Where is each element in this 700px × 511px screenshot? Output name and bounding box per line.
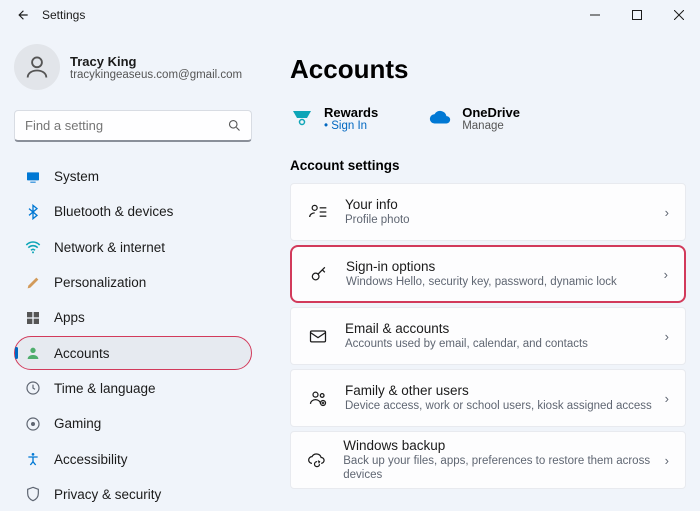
apps-icon: [25, 310, 41, 326]
chevron-right-icon: ›: [664, 267, 668, 282]
wifi-icon: [25, 239, 41, 255]
sidebar-item-label: Accounts: [54, 346, 110, 361]
search-input[interactable]: [14, 110, 252, 142]
section-heading: Account settings: [290, 158, 686, 173]
title-bar: Settings: [0, 0, 700, 30]
close-icon: [674, 10, 684, 20]
user-name: Tracy King: [70, 54, 242, 69]
card-title: Your info: [345, 197, 410, 213]
onedrive-sub[interactable]: Manage: [462, 120, 520, 132]
sidebar-item-time[interactable]: Time & language: [14, 372, 252, 405]
card-windows-backup[interactable]: Windows backupBack up your files, apps, …: [290, 431, 686, 489]
sidebar-item-label: Apps: [54, 310, 85, 325]
rewards-title: Rewards: [324, 105, 378, 120]
brush-icon: [25, 275, 41, 291]
card-sign-in-options[interactable]: Sign-in optionsWindows Hello, security k…: [290, 245, 686, 303]
window-controls: [574, 0, 700, 30]
sidebar-item-label: Privacy & security: [54, 487, 161, 502]
back-button[interactable]: [10, 2, 36, 28]
sidebar-item-label: Gaming: [54, 416, 101, 431]
window-title: Settings: [42, 8, 85, 22]
chevron-right-icon: ›: [665, 205, 669, 220]
card-sub: Accounts used by email, calendar, and co…: [345, 338, 588, 352]
search-icon: [227, 118, 242, 138]
family-icon: [307, 388, 329, 408]
chevron-right-icon: ›: [665, 453, 669, 468]
sidebar-item-gaming[interactable]: Gaming: [14, 407, 252, 440]
card-title: Email & accounts: [345, 321, 588, 337]
key-icon: [308, 264, 330, 284]
card-email-accounts[interactable]: Email & accountsAccounts used by email, …: [290, 307, 686, 365]
top-row: Rewards Sign In OneDrive Manage: [290, 105, 686, 132]
sidebar-item-label: Personalization: [54, 275, 146, 290]
rewards-icon: [290, 105, 314, 129]
card-sub: Device access, work or school users, kio…: [345, 400, 652, 414]
sidebar-item-label: Accessibility: [54, 452, 128, 467]
sidebar-item-network[interactable]: Network & internet: [14, 231, 252, 264]
card-title: Sign-in options: [346, 259, 617, 275]
card-sub: Windows Hello, security key, password, d…: [346, 276, 617, 290]
card-sub: Back up your files, apps, preferences to…: [343, 455, 664, 483]
sidebar-item-label: Network & internet: [54, 240, 165, 255]
onedrive-title: OneDrive: [462, 105, 520, 120]
cloud-icon: [428, 105, 452, 129]
sidebar-item-privacy[interactable]: Privacy & security: [14, 478, 252, 511]
chevron-right-icon: ›: [665, 329, 669, 344]
sidebar-item-accessibility[interactable]: Accessibility: [14, 442, 252, 475]
your-info-icon: [307, 202, 329, 222]
maximize-icon: [632, 10, 642, 20]
nav-list: System Bluetooth & devices Network & int…: [14, 160, 252, 511]
sidebar-item-personalization[interactable]: Personalization: [14, 266, 252, 299]
back-arrow-icon: [16, 8, 30, 22]
backup-icon: [307, 450, 327, 470]
shield-icon: [25, 486, 41, 502]
sidebar-item-label: Time & language: [54, 381, 156, 396]
card-title: Windows backup: [343, 438, 664, 454]
sidebar-item-accounts[interactable]: Accounts: [14, 336, 252, 369]
rewards-tile[interactable]: Rewards Sign In: [290, 105, 378, 132]
sidebar-item-system[interactable]: System: [14, 160, 252, 193]
accessibility-icon: [25, 451, 41, 467]
person-icon: [23, 53, 51, 81]
system-icon: [25, 169, 41, 185]
clock-icon: [25, 380, 41, 396]
accounts-icon: [25, 345, 41, 361]
user-block[interactable]: Tracy King tracykingeaseus.com@gmail.com: [14, 44, 252, 90]
content-area: Accounts Rewards Sign In OneDrive Manage…: [260, 30, 700, 511]
onedrive-tile[interactable]: OneDrive Manage: [428, 105, 520, 132]
sidebar-item-bluetooth[interactable]: Bluetooth & devices: [14, 195, 252, 228]
close-button[interactable]: [658, 0, 700, 30]
sidebar: Tracy King tracykingeaseus.com@gmail.com…: [0, 30, 260, 511]
rewards-sub[interactable]: Sign In: [324, 120, 378, 132]
chevron-right-icon: ›: [665, 391, 669, 406]
minimize-button[interactable]: [574, 0, 616, 30]
user-email: tracykingeaseus.com@gmail.com: [70, 69, 242, 81]
mail-icon: [307, 326, 329, 346]
card-family-users[interactable]: Family & other usersDevice access, work …: [290, 369, 686, 427]
sidebar-item-label: Bluetooth & devices: [54, 204, 173, 219]
card-sub: Profile photo: [345, 214, 410, 228]
card-title: Family & other users: [345, 383, 652, 399]
sidebar-item-apps[interactable]: Apps: [14, 301, 252, 334]
page-title: Accounts: [290, 54, 686, 85]
card-your-info[interactable]: Your infoProfile photo ›: [290, 183, 686, 241]
avatar: [14, 44, 60, 90]
bluetooth-icon: [25, 204, 41, 220]
minimize-icon: [590, 10, 600, 20]
maximize-button[interactable]: [616, 0, 658, 30]
gaming-icon: [25, 416, 41, 432]
sidebar-item-label: System: [54, 169, 99, 184]
